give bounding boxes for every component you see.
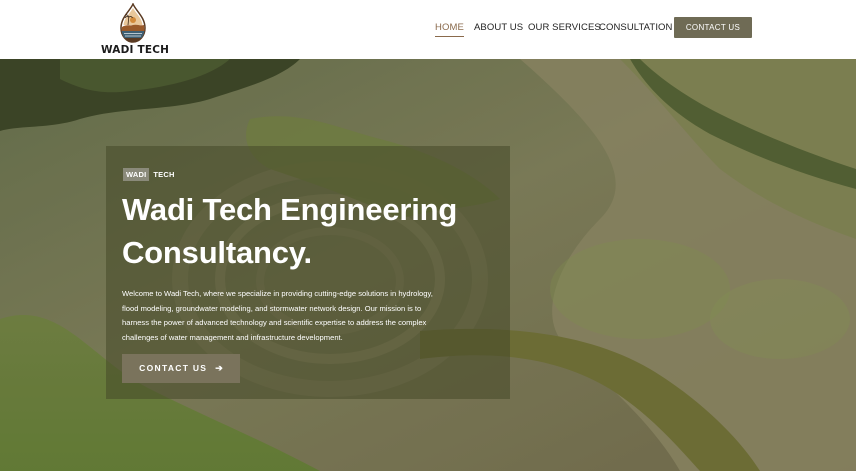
badge-secondary: TECH — [153, 170, 175, 179]
nav-our-services[interactable]: OUR SERVICES — [528, 22, 601, 33]
hero-description: Welcome to Wadi Tech, where we specializ… — [122, 289, 433, 343]
hero-contact-button[interactable]: CONTACT US ➔ — [122, 354, 240, 383]
hero-contact-button-label: CONTACT US — [139, 363, 208, 373]
header-contact-button[interactable]: CONTACT US — [674, 17, 752, 38]
hero-content-card: WADI TECH Wadi Tech Engineering Consultan… — [106, 146, 510, 399]
nav-active-underline — [435, 36, 464, 37]
main-nav: HOME ABOUT US OUR SERVICES CONSULTATION … — [0, 0, 856, 59]
badge-primary: WADI — [123, 168, 150, 181]
nav-consultation[interactable]: CONSULTATION — [599, 22, 673, 33]
hero-title: Wadi Tech Engineering Consultancy. — [122, 192, 458, 270]
hero-section: WADI TECH Wadi Tech Engineering Consultan… — [0, 59, 856, 471]
nav-home-label: HOME — [435, 22, 464, 33]
hero-badge: WADI TECH — [123, 164, 175, 181]
nav-about-us[interactable]: ABOUT US — [474, 22, 523, 33]
site-header: WADI TECH HOME ABOUT US OUR SERVICES CON… — [0, 0, 856, 59]
nav-home[interactable]: HOME — [435, 22, 464, 37]
arrow-right-icon: ➔ — [215, 363, 223, 373]
